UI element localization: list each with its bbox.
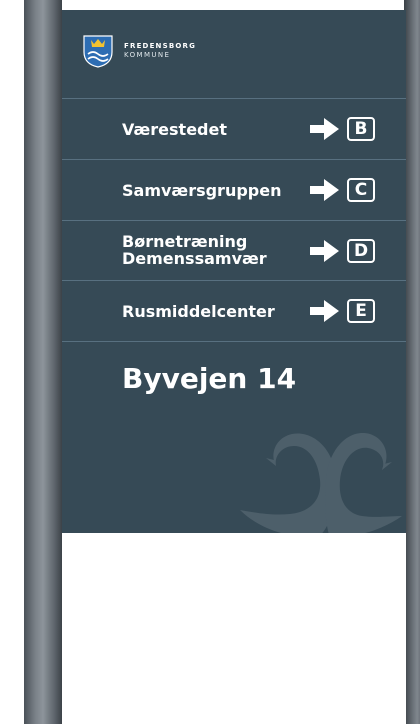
arrow-right-icon — [310, 240, 339, 262]
logo-text: FREDENSBORG KOMMUNE — [124, 43, 196, 59]
direction-row-b: Værestedet B — [62, 99, 406, 159]
logo: FREDENSBORG KOMMUNE — [82, 34, 196, 68]
row-label: Samværsgruppen — [122, 181, 282, 200]
row-label: Rusmiddelcenter — [122, 302, 275, 321]
blank-lower-panel — [62, 533, 406, 724]
direction-row-e: Rusmiddelcenter E — [62, 281, 406, 341]
top-strip — [62, 0, 406, 10]
right-post — [404, 0, 420, 724]
sign-panel: FREDENSBORG KOMMUNE Værestedet B Samværs… — [62, 10, 406, 533]
letter-badge: E — [347, 299, 375, 323]
fredensborg-crest-icon — [83, 35, 113, 68]
letter-badge: D — [347, 239, 375, 263]
swans-watermark-icon — [240, 433, 402, 533]
arrow-right-icon — [310, 300, 339, 322]
left-post — [24, 0, 62, 724]
direction-row-d: Børnetræning Demenssamvær D — [62, 221, 406, 281]
row-label-line: Demenssamvær — [122, 249, 267, 268]
row-label-line: Børnetræning — [122, 232, 248, 251]
arrow-right-icon — [310, 118, 339, 140]
arrow-right-icon — [310, 179, 339, 201]
logo-subtitle: KOMMUNE — [124, 51, 171, 59]
logo-name: FREDENSBORG — [124, 42, 197, 50]
direction-row-c: Samværsgruppen C — [62, 160, 406, 220]
row-label: Værestedet — [122, 120, 227, 139]
letter-badge: C — [347, 178, 375, 202]
letter-badge: B — [347, 117, 375, 141]
address: Byvejen 14 — [122, 362, 297, 395]
row-label: Børnetræning Demenssamvær — [122, 233, 267, 267]
divider — [62, 341, 406, 342]
